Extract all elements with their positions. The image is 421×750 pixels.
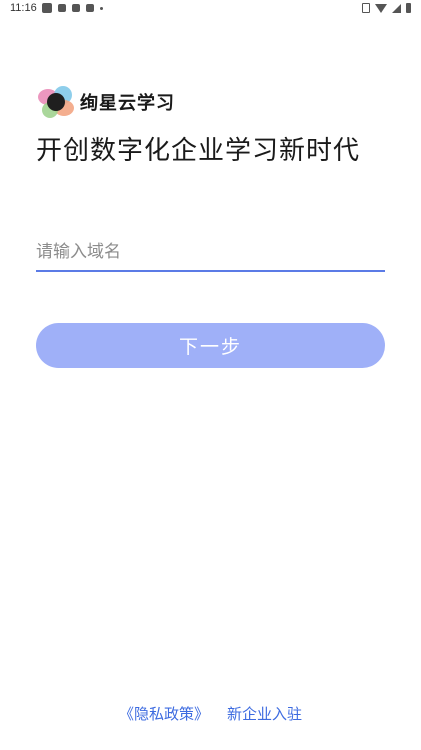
footer-links: 《隐私政策》 新企业入驻: [0, 703, 421, 724]
app-notification-icon: [42, 3, 52, 13]
next-button[interactable]: 下一步: [36, 323, 385, 368]
domain-field[interactable]: [36, 236, 385, 272]
brand-logo-row: 绚星云学习: [36, 84, 175, 120]
vibrate-icon: [362, 3, 370, 13]
keyboard-icon: [72, 4, 80, 12]
new-enterprise-link[interactable]: 新企业入驻: [227, 703, 302, 724]
status-time: 11:16: [10, 2, 37, 14]
brand-name: 绚星云学习: [80, 93, 175, 114]
page-tagline: 开创数字化企业学习新时代: [36, 136, 361, 166]
status-bar: 11:16: [0, 0, 421, 18]
brand-logo-icon: [36, 84, 76, 120]
system-icons: [362, 3, 411, 13]
domain-input[interactable]: [36, 236, 385, 268]
notification-icons: [42, 3, 103, 13]
privacy-policy-link[interactable]: 《隐私政策》: [119, 703, 209, 724]
text-notification-icon: [58, 4, 66, 12]
battery-icon: [406, 3, 411, 13]
more-notifications-dot-icon: [100, 6, 103, 10]
game-icon: [86, 4, 94, 12]
signal-icon: [392, 3, 401, 13]
wifi-icon: [375, 3, 387, 13]
